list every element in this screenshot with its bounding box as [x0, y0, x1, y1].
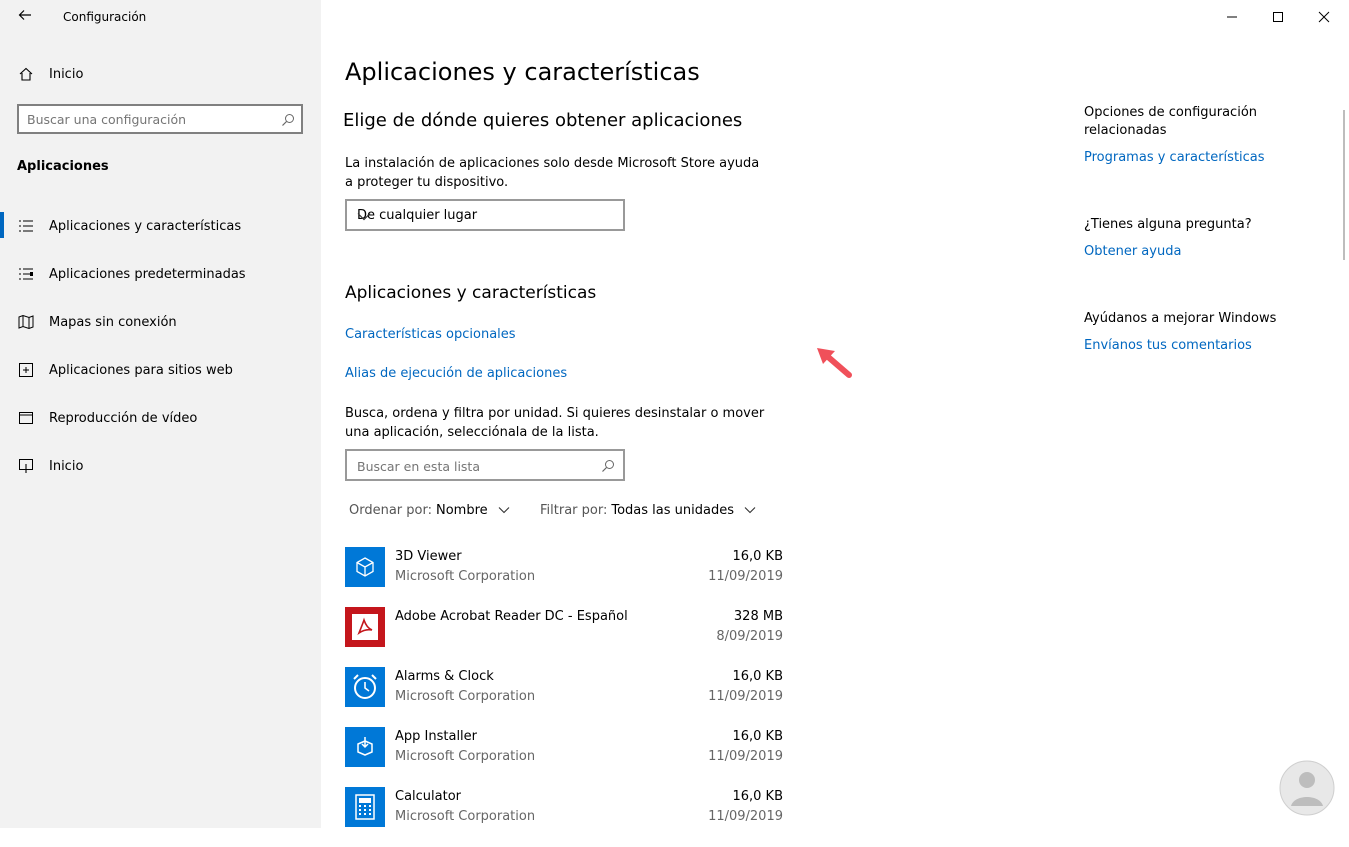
app-list-item[interactable]: Calculator Microsoft Corporation 16,0 KB… — [345, 787, 785, 847]
app-list-item[interactable]: App Installer Microsoft Corporation 16,0… — [345, 727, 785, 787]
list-icon — [17, 217, 35, 235]
app-size: 16,0 KB — [732, 789, 783, 804]
app-name: Adobe Acrobat Reader DC - Español — [395, 609, 628, 624]
sidebar-item-apps-features[interactable]: Aplicaciones y características — [0, 206, 321, 246]
back-arrow-icon[interactable] — [14, 6, 36, 28]
minimize-button[interactable] — [1209, 4, 1255, 30]
app-publisher: Microsoft Corporation — [395, 749, 536, 764]
page-title: Aplicaciones y características — [345, 58, 700, 86]
website-app-icon — [17, 361, 35, 379]
app-date: 11/09/2019 — [708, 809, 783, 824]
sort-key-label: Ordenar por: — [349, 503, 432, 518]
sidebar-item-label: Aplicaciones y características — [49, 218, 242, 234]
sidebar-home[interactable]: Inicio — [0, 54, 321, 94]
minimize-icon — [1227, 16, 1237, 18]
chevron-down-icon — [744, 503, 756, 518]
programs-features-link[interactable]: Programas y características — [1084, 149, 1265, 167]
map-icon — [17, 313, 35, 331]
app-size: 328 MB — [733, 609, 783, 624]
choose-source-heading: Elige de dónde quieres obtener aplicacio… — [343, 110, 743, 131]
main-content: Aplicaciones y características Elige de … — [321, 0, 1349, 828]
scrollbar[interactable] — [1343, 110, 1345, 260]
sidebar-item-label: Mapas sin conexión — [49, 314, 177, 330]
app-size: 16,0 KB — [732, 549, 783, 564]
maximize-button[interactable] — [1255, 4, 1301, 30]
app-name: Alarms & Clock — [395, 669, 494, 684]
app-publisher: Microsoft Corporation — [395, 689, 536, 704]
video-icon — [17, 409, 35, 427]
app-list-item[interactable]: Alarms & Clock Microsoft Corporation 16,… — [345, 667, 785, 727]
sidebar-item-label: Aplicaciones para sitios web — [49, 362, 233, 378]
calculator-icon — [345, 787, 385, 827]
sidebar-item-video-playback[interactable]: Reproducción de vídeo — [0, 398, 321, 438]
sidebar: Configuración Inicio Aplicaciones Aplica… — [0, 0, 321, 828]
sidebar-section-title: Aplicaciones — [17, 159, 109, 174]
list-description: Busca, ordena y filtra por unidad. Si qu… — [345, 406, 765, 440]
app-list-item[interactable]: Adobe Acrobat Reader DC - Español 328 MB… — [345, 607, 785, 667]
filter-dropdown[interactable]: Filtrar por: Todas las unidades — [540, 503, 756, 518]
app-name: Calculator — [395, 789, 462, 804]
sort-value: Nombre — [435, 503, 488, 518]
alarm-clock-icon — [345, 667, 385, 707]
watermark-logo-icon — [1279, 760, 1335, 816]
startup-icon — [17, 457, 35, 475]
settings-search-box[interactable] — [17, 104, 303, 134]
sidebar-item-label: Inicio — [49, 458, 84, 474]
settings-search-input[interactable] — [27, 110, 272, 128]
app-execution-alias-link[interactable]: Alias de ejecución de aplicaciones — [345, 366, 567, 381]
list-search-input[interactable] — [357, 457, 587, 475]
app-date: 11/09/2019 — [708, 689, 783, 704]
home-icon — [17, 65, 35, 83]
app-date: 11/09/2019 — [708, 749, 783, 764]
app-list-item[interactable]: 3D Viewer Microsoft Corporation 16,0 KB … — [345, 547, 785, 607]
sidebar-item-label: Aplicaciones predeterminadas — [49, 266, 246, 282]
sidebar-item-offline-maps[interactable]: Mapas sin conexión — [0, 302, 321, 342]
optional-features-link[interactable]: Características opcionales — [345, 327, 516, 342]
app-name: 3D Viewer — [395, 549, 462, 564]
search-icon — [601, 458, 615, 477]
related-settings-title: Opciones de configuración relacionadas — [1084, 105, 1258, 138]
app-size: 16,0 KB — [732, 669, 783, 684]
app-installer-icon — [345, 727, 385, 767]
sort-dropdown[interactable]: Ordenar por: Nombre — [349, 503, 510, 518]
list-search-box[interactable] — [345, 449, 625, 481]
chevron-down-icon — [357, 210, 613, 225]
filter-value: Todas las unidades — [611, 503, 734, 518]
improve-windows-label: Ayúdanos a mejorar Windows — [1084, 311, 1277, 326]
question-label: ¿Tienes alguna pregunta? — [1084, 217, 1252, 232]
app-name: App Installer — [395, 729, 478, 744]
get-help-link[interactable]: Obtener ayuda — [1084, 243, 1181, 261]
app-source-dropdown[interactable]: De cualquier lugar — [345, 199, 625, 231]
send-feedback-link[interactable]: Envíanos tus comentarios — [1084, 337, 1252, 355]
app-publisher: Microsoft Corporation — [395, 569, 536, 584]
app-date: 11/09/2019 — [708, 569, 783, 584]
sidebar-item-label: Reproducción de vídeo — [49, 410, 198, 426]
choose-source-description: La instalación de aplicaciones solo desd… — [345, 156, 760, 190]
sidebar-home-label: Inicio — [49, 66, 84, 82]
annotation-arrow-icon — [817, 348, 852, 378]
3d-viewer-icon — [345, 547, 385, 587]
maximize-icon — [1273, 12, 1283, 22]
close-button[interactable] — [1301, 4, 1347, 30]
search-icon — [281, 112, 295, 131]
apps-features-heading: Aplicaciones y características — [345, 283, 597, 303]
app-publisher: Microsoft Corporation — [395, 809, 536, 824]
sidebar-item-website-apps[interactable]: Aplicaciones para sitios web — [0, 350, 321, 390]
filter-key-label: Filtrar por: — [540, 503, 608, 518]
app-date: 8/09/2019 — [716, 629, 783, 644]
acrobat-icon — [345, 607, 385, 647]
sidebar-item-startup[interactable]: Inicio — [0, 446, 321, 486]
window-title: Configuración — [63, 10, 147, 24]
sidebar-item-default-apps[interactable]: Aplicaciones predeterminadas — [0, 254, 321, 294]
default-apps-icon — [17, 265, 35, 283]
close-icon — [1318, 11, 1330, 23]
app-size: 16,0 KB — [732, 729, 783, 744]
chevron-down-icon — [498, 503, 510, 518]
